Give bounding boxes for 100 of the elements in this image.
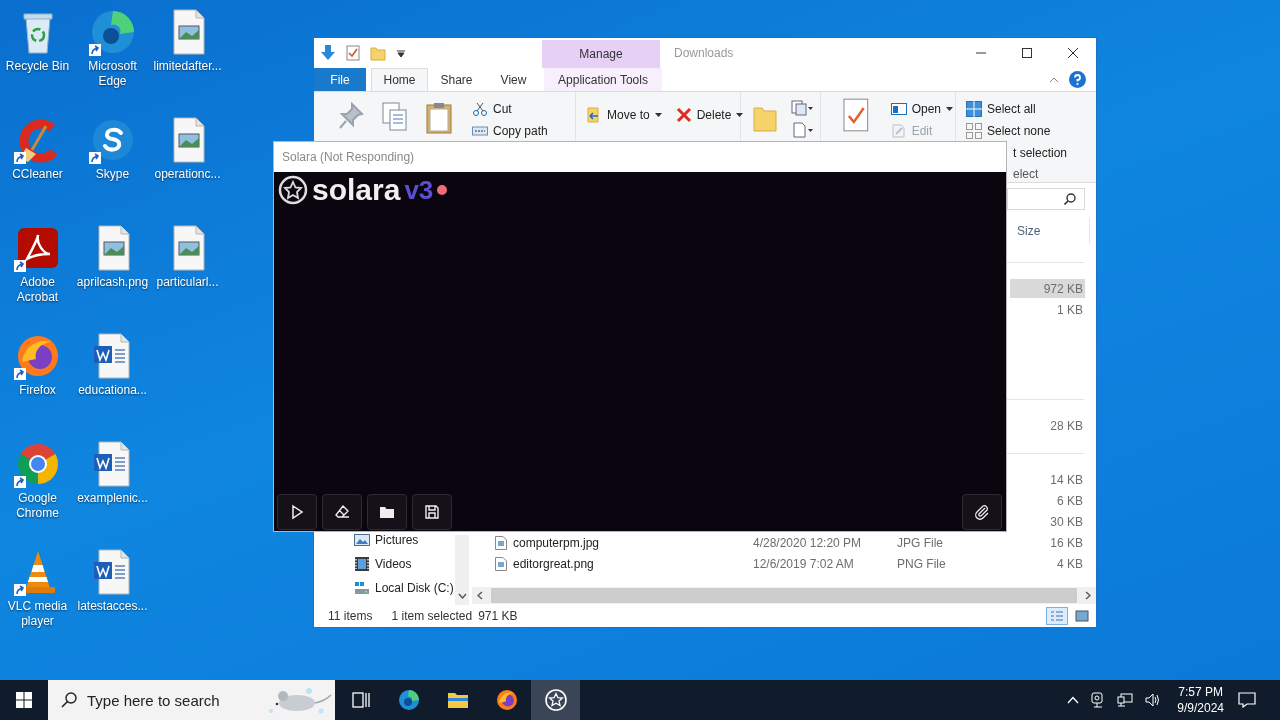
file-row[interactable]: computerpm.jpg 4/28/2020 12:20 PM JPG File 16 KB <box>472 533 1085 552</box>
run-button[interactable] <box>277 494 317 530</box>
shortcut-arrow-icon <box>88 152 101 164</box>
shortcut-arrow-icon <box>88 44 101 56</box>
file-row[interactable]: 14 KB <box>1010 470 1085 489</box>
scrollbar[interactable] <box>472 587 1096 604</box>
eraser-icon <box>334 504 350 520</box>
nav-item[interactable]: Videos <box>375 557 412 571</box>
window-title: Downloads <box>673 45 735 62</box>
icon-label[interactable]: Firefox <box>19 383 56 398</box>
attach-button[interactable] <box>962 494 1002 530</box>
edit-icon <box>890 124 907 138</box>
download-arrow-icon[interactable] <box>320 44 336 62</box>
version-label: v3 <box>404 174 434 206</box>
film-icon[interactable] <box>354 556 370 572</box>
icon-label[interactable]: operationc... <box>154 167 221 182</box>
icon-label[interactable]: Recycle Bin <box>5 59 70 74</box>
scroll-down-icon[interactable] <box>457 593 467 599</box>
ribbon-button[interactable]: Delete <box>673 105 746 125</box>
icon-label[interactable]: Google Chrome <box>0 491 75 521</box>
network-icon[interactable] <box>1117 693 1134 707</box>
ribbon-tab[interactable]: View <box>485 68 542 91</box>
icon-label[interactable]: Skype <box>95 167 130 182</box>
icon-label[interactable]: educationa... <box>78 383 147 398</box>
file-type: PNG File <box>897 556 947 571</box>
save-button[interactable] <box>412 494 452 530</box>
status-dot-icon <box>437 185 448 195</box>
item-count: 11 items <box>328 609 373 623</box>
ribbon-button[interactable]: t selection <box>1011 142 1070 164</box>
collapse-ribbon-icon[interactable] <box>1049 76 1059 83</box>
image-icon[interactable] <box>354 532 370 548</box>
windows-logo-icon <box>16 692 32 708</box>
nav-item[interactable]: Local Disk (C:) <box>375 581 454 595</box>
ribbon-button[interactable]: Select none <box>964 120 1070 142</box>
ribbon-button[interactable]: Open <box>888 98 955 120</box>
icon-label[interactable]: aprilcash.png <box>76 275 149 290</box>
properties-icon[interactable] <box>346 45 360 61</box>
scroll-right-icon[interactable] <box>1085 591 1091 600</box>
shortcut-arrow-icon <box>13 260 26 272</box>
column-header[interactable]: Size <box>1010 218 1090 244</box>
star-logo-icon <box>278 175 308 205</box>
icon-label[interactable]: VLC media player <box>0 599 75 629</box>
speaker-icon[interactable] <box>1145 693 1162 707</box>
chevron-up-icon[interactable] <box>1067 696 1080 704</box>
browser-icon <box>396 688 421 712</box>
notification-icon[interactable] <box>1238 692 1256 708</box>
clear-button[interactable] <box>322 494 362 530</box>
scissors-icon <box>472 102 488 116</box>
properties-icon[interactable] <box>841 98 871 132</box>
search-field[interactable]: Type here to search <box>48 680 335 720</box>
icon-label[interactable]: examplenic... <box>77 491 148 506</box>
icon-label[interactable]: Microsoft Edge <box>75 59 150 89</box>
ribbon-button[interactable]: Copy path <box>470 120 550 142</box>
file-row[interactable]: 972 KB <box>1010 279 1085 298</box>
file-row[interactable]: editorgreat.png 12/6/2019 7:02 AM PNG File 4 KB <box>472 554 1085 573</box>
image-icon <box>1075 610 1089 622</box>
save-icon <box>424 504 440 520</box>
list-icon <box>1050 610 1064 622</box>
icon-label[interactable]: particularl... <box>156 275 219 290</box>
ribbon-button[interactable]: Select all <box>964 98 1070 120</box>
context-tab-header: Manage <box>542 40 660 68</box>
file-row[interactable]: 30 KB <box>1010 512 1085 531</box>
ribbon-button[interactable]: Move to <box>584 105 664 125</box>
icon-label[interactable]: limitedafter... <box>153 59 222 74</box>
folder-icon <box>379 504 395 520</box>
clock-date[interactable]: 9/9/2024 <box>1177 700 1224 716</box>
nav-item[interactable]: Pictures <box>375 533 419 547</box>
file-row[interactable]: 1 KB <box>1010 300 1085 319</box>
ribbon-tab[interactable]: Home <box>371 68 428 91</box>
ribbon-tab[interactable]: File <box>314 68 366 91</box>
clipboard-icon[interactable] <box>426 102 452 134</box>
grid-icon <box>966 123 982 139</box>
paperclip-icon <box>974 504 990 520</box>
file-size: 16 KB <box>1049 535 1083 550</box>
scroll-left-icon[interactable] <box>477 591 483 600</box>
taskbar-button[interactable] <box>531 680 580 720</box>
clock-time[interactable]: 7:57 PM <box>1178 684 1223 700</box>
file-row[interactable]: 28 KB <box>1010 416 1085 435</box>
open-button[interactable] <box>367 494 407 530</box>
easy-access-icon[interactable] <box>791 122 813 138</box>
new-item-icon[interactable] <box>791 100 813 116</box>
ribbon-tab[interactable]: Application Tools <box>544 68 662 91</box>
camera-icon[interactable] <box>1091 692 1106 708</box>
shortcut-arrow-icon <box>13 368 26 380</box>
ribbon-button[interactable]: Cut <box>470 98 550 120</box>
file-row[interactable]: 6 KB <box>1010 491 1085 510</box>
ribbon-tab[interactable]: Share <box>428 68 485 91</box>
scrollbar[interactable] <box>455 535 469 605</box>
shortcut-arrow-icon <box>13 152 26 164</box>
shortcut-arrow-icon <box>13 584 26 596</box>
icon-label[interactable]: CCleaner <box>12 167 63 182</box>
icon-label[interactable]: Adobe Acrobat <box>0 275 75 305</box>
move-icon <box>586 107 602 123</box>
selection-info: 1 item selected <box>391 609 473 623</box>
help-icon[interactable] <box>1069 71 1086 88</box>
drive-icon[interactable] <box>354 580 370 596</box>
search-field[interactable] <box>1007 188 1085 210</box>
shortcut-arrow-icon <box>13 476 26 488</box>
caret-icon[interactable] <box>396 48 406 58</box>
icon-label[interactable]: latestacces... <box>77 599 148 614</box>
